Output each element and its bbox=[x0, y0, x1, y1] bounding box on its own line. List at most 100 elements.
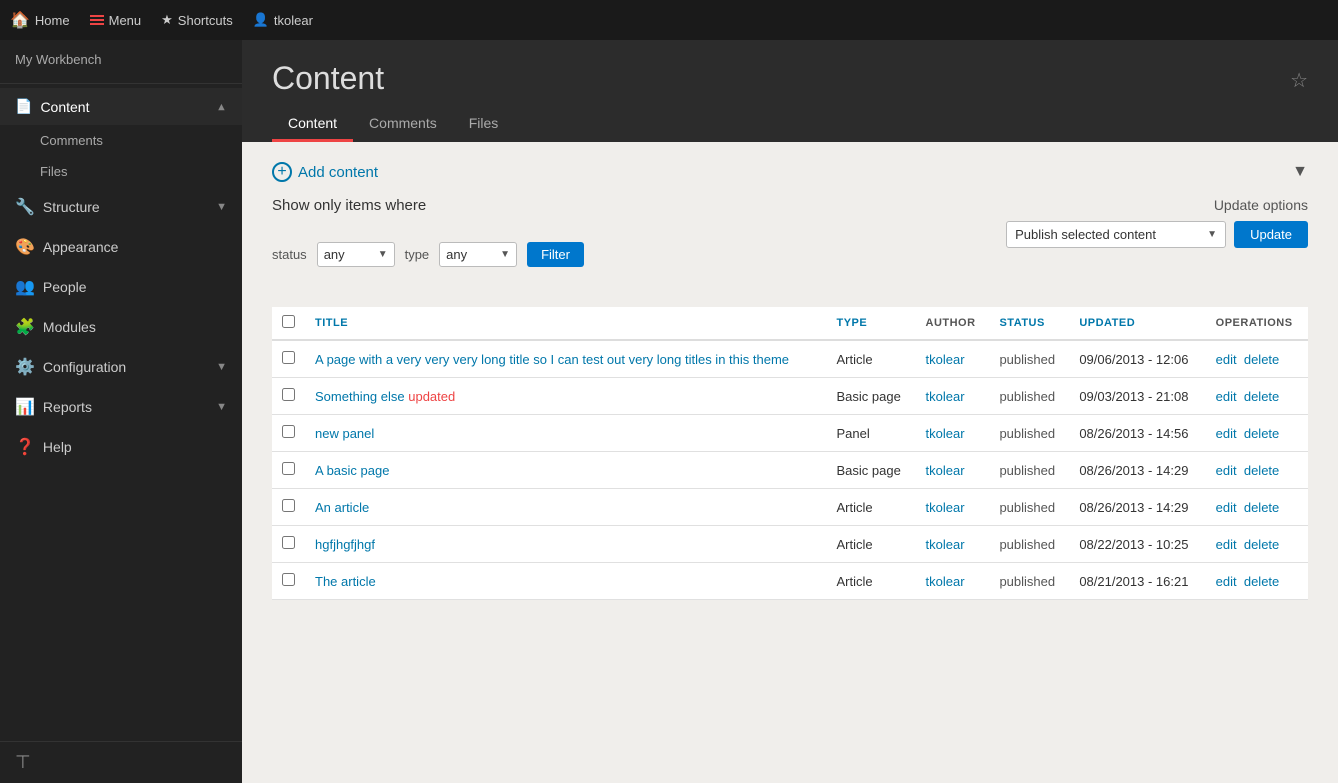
edit-link[interactable]: edit bbox=[1216, 500, 1237, 515]
tabs-bar: Content Comments Files bbox=[242, 97, 1338, 142]
table-row: Something else updated Basic page tkolea… bbox=[272, 378, 1308, 415]
th-title[interactable]: TITLE bbox=[305, 307, 826, 340]
row-author-link[interactable]: tkolear bbox=[926, 500, 965, 515]
row-updated: 08/26/2013 - 14:56 bbox=[1069, 415, 1205, 452]
row-type: Basic page bbox=[826, 452, 915, 489]
shortcuts-label: Shortcuts bbox=[178, 13, 233, 28]
row-author-link[interactable]: tkolear bbox=[926, 352, 965, 367]
tab-files[interactable]: Files bbox=[453, 107, 515, 142]
content-table: TITLE TYPE AUTHOR STATUS UPDATED OPERATI… bbox=[272, 307, 1308, 600]
sidebar-item-modules[interactable]: 🧩 Modules bbox=[0, 307, 242, 347]
row-updated: 09/06/2013 - 12:06 bbox=[1069, 340, 1205, 378]
sidebar-item-reports[interactable]: 📊 Reports ▼ bbox=[0, 387, 242, 427]
row-title-link[interactable]: Something else updated bbox=[315, 389, 455, 404]
edit-link[interactable]: edit bbox=[1216, 389, 1237, 404]
row-author-link[interactable]: tkolear bbox=[926, 574, 965, 589]
edit-link[interactable]: edit bbox=[1216, 426, 1237, 441]
row-title-link[interactable]: A basic page bbox=[315, 463, 389, 478]
update-select[interactable]: Publish selected content ▼ bbox=[1006, 221, 1226, 248]
row-author-link[interactable]: tkolear bbox=[926, 389, 965, 404]
row-checkbox[interactable] bbox=[282, 499, 295, 512]
user-nav[interactable]: 👤 tkolear bbox=[253, 12, 313, 28]
delete-link[interactable]: delete bbox=[1244, 537, 1279, 552]
delete-link[interactable]: delete bbox=[1244, 500, 1279, 515]
sidebar: My Workbench 📄 Content ▼ Comments Files … bbox=[0, 40, 242, 783]
delete-link[interactable]: delete bbox=[1244, 426, 1279, 441]
th-operations: OPERATIONS bbox=[1206, 307, 1308, 340]
row-type: Article bbox=[826, 526, 915, 563]
row-checkbox[interactable] bbox=[282, 462, 295, 475]
row-status: published bbox=[989, 378, 1069, 415]
content-icon: 📄 bbox=[15, 98, 32, 115]
delete-link[interactable]: delete bbox=[1244, 574, 1279, 589]
row-checkbox[interactable] bbox=[282, 425, 295, 438]
row-checkbox[interactable] bbox=[282, 573, 295, 586]
delete-link[interactable]: delete bbox=[1244, 352, 1279, 367]
row-author-link[interactable]: tkolear bbox=[926, 537, 965, 552]
filter-button[interactable]: Filter bbox=[527, 242, 584, 267]
row-status: published bbox=[989, 415, 1069, 452]
add-content-label: Add content bbox=[298, 164, 378, 181]
row-status: published bbox=[989, 452, 1069, 489]
table-row: A basic page Basic page tkolear publishe… bbox=[272, 452, 1308, 489]
delete-link[interactable]: delete bbox=[1244, 463, 1279, 478]
row-title-link[interactable]: An article bbox=[315, 500, 369, 515]
edit-link[interactable]: edit bbox=[1216, 463, 1237, 478]
th-status[interactable]: STATUS bbox=[989, 307, 1069, 340]
row-updated: 09/03/2013 - 21:08 bbox=[1069, 378, 1205, 415]
row-checkbox[interactable] bbox=[282, 388, 295, 401]
edit-link[interactable]: edit bbox=[1216, 574, 1237, 589]
row-title-link[interactable]: hgfjhgfjhgf bbox=[315, 537, 375, 552]
toolbar-dropdown-button[interactable]: ▼ bbox=[1292, 163, 1308, 181]
row-type: Panel bbox=[826, 415, 915, 452]
row-title-link[interactable]: A page with a very very very long title … bbox=[315, 352, 789, 367]
edit-link[interactable]: edit bbox=[1216, 537, 1237, 552]
menu-nav[interactable]: Menu bbox=[90, 13, 142, 28]
tab-content[interactable]: Content bbox=[272, 107, 353, 142]
sidebar-item-configuration[interactable]: ⚙️ Configuration ▼ bbox=[0, 347, 242, 387]
edit-link[interactable]: edit bbox=[1216, 352, 1237, 367]
sidebar-item-structure[interactable]: 🔧 Structure ▼ bbox=[0, 187, 242, 227]
row-author-link[interactable]: tkolear bbox=[926, 463, 965, 478]
select-all-checkbox[interactable] bbox=[282, 315, 295, 328]
th-type[interactable]: TYPE bbox=[826, 307, 915, 340]
row-operations: edit delete bbox=[1206, 415, 1308, 452]
row-type: Basic page bbox=[826, 378, 915, 415]
filter-section: Show only items where status any ▼ type … bbox=[272, 197, 584, 287]
row-checkbox[interactable] bbox=[282, 351, 295, 364]
row-checkbox[interactable] bbox=[282, 536, 295, 549]
home-nav[interactable]: 🏠 Home bbox=[10, 10, 70, 30]
sidebar-item-modules-label: Modules bbox=[43, 319, 96, 335]
sidebar-bottom: ⊤ bbox=[0, 741, 242, 783]
shortcuts-nav[interactable]: ★ Shortcuts bbox=[161, 12, 233, 28]
type-select-arrow-icon: ▼ bbox=[500, 249, 510, 260]
sidebar-item-content-label: Content bbox=[40, 99, 89, 115]
row-title-link[interactable]: new panel bbox=[315, 426, 374, 441]
sidebar-item-help[interactable]: ❓ Help bbox=[0, 427, 242, 467]
sidebar-sub-files[interactable]: Files bbox=[0, 156, 242, 187]
favorite-star-icon[interactable]: ☆ bbox=[1290, 68, 1308, 93]
appearance-icon: 🎨 bbox=[15, 237, 35, 257]
tab-comments[interactable]: Comments bbox=[353, 107, 453, 142]
sidebar-item-appearance[interactable]: 🎨 Appearance bbox=[0, 227, 242, 267]
row-title-link[interactable]: The article bbox=[315, 574, 376, 589]
type-select[interactable]: any ▼ bbox=[439, 242, 517, 267]
options-row: Show only items where status any ▼ type … bbox=[272, 197, 1308, 287]
sidebar-item-workbench[interactable]: My Workbench bbox=[0, 40, 242, 79]
pin-icon[interactable]: ⊤ bbox=[15, 752, 31, 772]
add-icon: + bbox=[272, 162, 292, 182]
delete-link[interactable]: delete bbox=[1244, 389, 1279, 404]
row-author-link[interactable]: tkolear bbox=[926, 426, 965, 441]
modules-icon: 🧩 bbox=[15, 317, 35, 337]
update-button[interactable]: Update bbox=[1234, 221, 1308, 248]
status-select[interactable]: any ▼ bbox=[317, 242, 395, 267]
chevron-up-icon: ▼ bbox=[216, 101, 227, 113]
th-updated[interactable]: UPDATED bbox=[1069, 307, 1205, 340]
people-icon: 👥 bbox=[15, 277, 35, 297]
sidebar-item-people[interactable]: 👥 People bbox=[0, 267, 242, 307]
sidebar-sub-comments[interactable]: Comments bbox=[0, 125, 242, 156]
toolbar-row: + Add content ▼ bbox=[272, 162, 1308, 182]
sidebar-item-content[interactable]: 📄 Content ▼ bbox=[0, 88, 242, 125]
row-operations: edit delete bbox=[1206, 340, 1308, 378]
add-content-button[interactable]: + Add content bbox=[272, 162, 378, 182]
